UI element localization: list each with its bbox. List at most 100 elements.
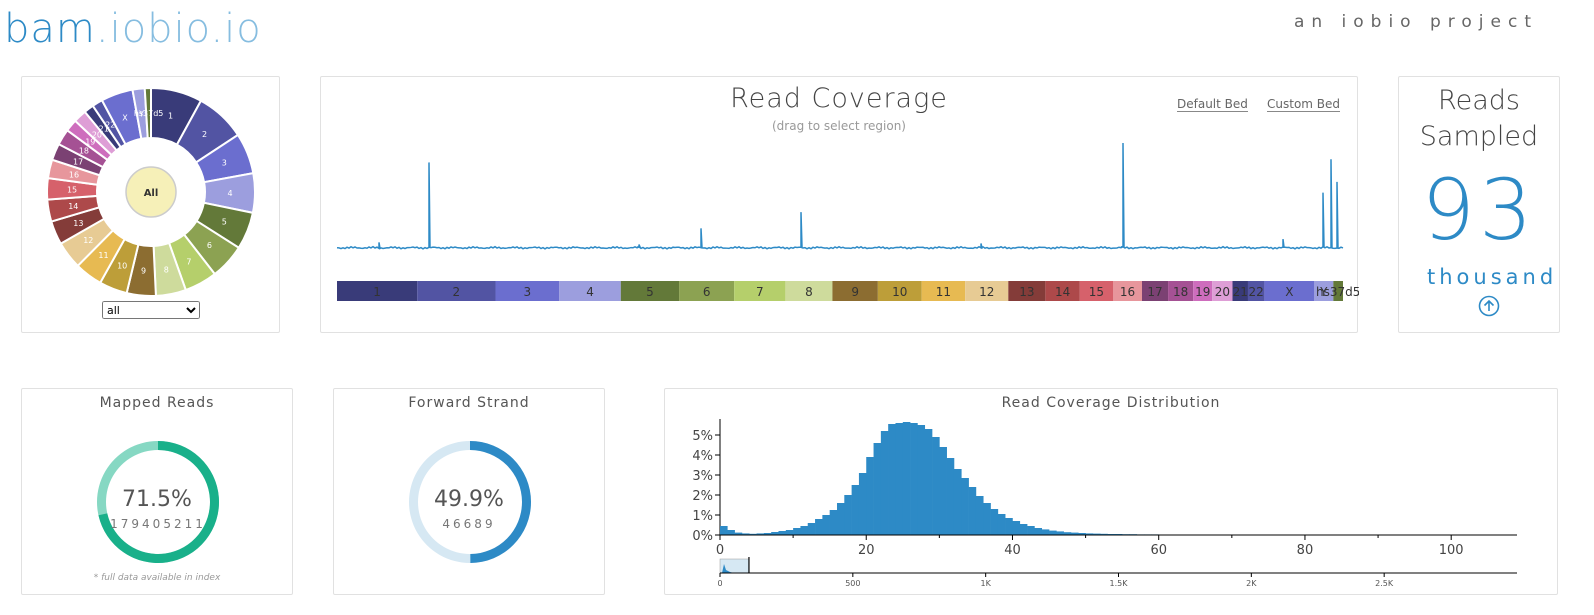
read-coverage-panel: Read Coverage (drag to select region) De… [320, 76, 1359, 333]
histogram-bar [895, 423, 904, 535]
histogram-bar [910, 423, 918, 535]
forward-strand-count: 46689 [442, 517, 496, 531]
histogram-bar [1019, 524, 1028, 535]
chromosome-picker-panel: 1 2 3 4 5 6 7 8 9 10 11 12 13 14 15 16 17 18 19 20 21 22 X Yhs3… [21, 76, 280, 333]
histogram-bar [1012, 521, 1021, 535]
histogram-bar [946, 458, 955, 535]
histogram-bar [983, 503, 991, 535]
reads-sampled-unit: thousand [1427, 265, 1558, 289]
index-note: * full data available in index [93, 573, 221, 583]
brand-logo[interactable]: bam.iobio.io [4, 6, 262, 52]
y-tick-label: 0% [692, 529, 713, 544]
chromosome-bar-label: 14 [1055, 285, 1070, 299]
chromosome-bar-label: 22 [1249, 285, 1264, 299]
histogram-bar [822, 515, 830, 535]
tagline: an iobio project [1293, 12, 1538, 32]
histogram-bar [902, 422, 911, 535]
reads-sampled-title-1: Reads [1438, 85, 1520, 116]
chromosome-bar-label: 7 [756, 285, 764, 299]
mapped-reads-panel: Mapped Reads 71.5% 179405211 * full data… [21, 388, 293, 595]
histogram-bar [793, 528, 801, 535]
histogram-bar [917, 425, 926, 535]
histogram-bar [866, 457, 874, 535]
histogram-bar [815, 519, 823, 535]
chromosome-bar-label: 13 [1019, 285, 1034, 299]
x-tick-label: 100 [1439, 543, 1464, 558]
chromosome-bar-label: 12 [979, 285, 994, 299]
sample-more-icon[interactable] [1477, 294, 1501, 318]
histogram-bar [727, 530, 735, 535]
chromosome-bar-label: 9 [851, 285, 859, 299]
chromosome-bar-label: 17 [1147, 285, 1162, 299]
chromosome-bar-label: 1 [373, 285, 381, 299]
histogram-bar [844, 495, 852, 535]
histogram-bar [939, 447, 947, 535]
y-tick-label: 5% [692, 429, 713, 444]
y-tick-label: 4% [692, 449, 713, 464]
chromosome-bar-label: 6 [703, 285, 711, 299]
coverage-distribution-chart[interactable]: 0% 1% 2% 3% 4% 5% 0 20 40 60 80 100 0 500 1K 1.5K 2K 2.5K [665, 389, 1559, 596]
histogram-bar [1041, 529, 1050, 535]
chromosome-bar-label: 3 [524, 285, 532, 299]
x-tick-label: 40 [1004, 543, 1021, 558]
brand-ext: .iobio.io [95, 6, 262, 52]
y-tick-label: 1% [692, 509, 713, 524]
brush-tick-label: 0 [717, 579, 722, 588]
histogram-bar [888, 424, 896, 535]
chromosome-segment-label: 6 [207, 241, 212, 250]
x-tick-label: 60 [1150, 543, 1167, 558]
coverage-line [336, 142, 1344, 250]
chromosome-segment-label: 3 [222, 159, 227, 168]
brush-tick-label: 2.5K [1375, 579, 1394, 588]
chromosome-bar-label: 2 [453, 285, 461, 299]
histogram-bar [997, 514, 1006, 535]
y-tick-label: 2% [692, 489, 713, 504]
reads-sampled-panel: Reads Sampled 93 thousand [1398, 76, 1560, 333]
chromosome-segment-label: 11 [98, 251, 108, 260]
chromosome-segment-label: 5 [222, 218, 227, 227]
brush-tick-label: 1.5K [1110, 579, 1129, 588]
chromosome-segment-label: 4 [227, 189, 232, 198]
x-tick-label: 0 [716, 543, 724, 558]
brush-tick-label: 1K [980, 579, 991, 588]
forward-strand-percent: 49.9% [434, 487, 504, 512]
histogram-bar [961, 478, 969, 535]
chromosome-bar-label: 19 [1195, 285, 1210, 299]
chromosome-segment-label: 7 [186, 257, 191, 266]
histogram-bar [968, 487, 977, 535]
x-tick-label: 20 [858, 543, 875, 558]
coverage-chart[interactable]: 1 2 3 4 5 6 7 8 9 10 11 12 13 14 15 16 17 18 19 20 21 22 X Yhs3… [321, 77, 1359, 317]
chromosome-segment-label: 13 [73, 219, 83, 228]
chromosome-select[interactable]: all [102, 301, 200, 319]
y-tick-label: 3% [692, 469, 713, 484]
chromosome-bar-label: 15 [1089, 285, 1104, 299]
chromosome-bar-label: hs37d5 [1316, 285, 1359, 299]
brush-tick-label: 500 [845, 579, 860, 588]
chromosome-segment-label: 14 [68, 202, 78, 211]
mapped-reads-percent: 71.5% [122, 487, 192, 512]
chromosome-segment-label: 15 [67, 186, 77, 195]
chromosome-donut[interactable]: 12345678910111213141516171819202122X Yhs3… [22, 77, 281, 297]
histogram-bar [720, 526, 728, 535]
histogram-bar [873, 443, 882, 535]
histogram-bar [1005, 518, 1013, 535]
chromosome-segment-label: 10 [117, 262, 127, 271]
chromosome-bar-label: X [1285, 285, 1293, 299]
chromosome-bar-label: 21 [1233, 285, 1248, 299]
chromosome-segment-label: hs37d5 [134, 109, 164, 118]
coverage-distribution-panel: Read Coverage Distribution 0% 1% 2% 3% 4% 5% 0… [664, 388, 1558, 595]
reads-sampled-title-2: Sampled [1419, 121, 1539, 152]
chromosome-segment-label: 8 [164, 266, 169, 275]
chromosome-segment-label: 1 [168, 111, 173, 120]
chromosome-bar-label: 8 [805, 285, 813, 299]
chromosome-bar-label: 4 [586, 285, 594, 299]
histogram-bar [975, 496, 984, 535]
chromosome-segment-label: 16 [69, 170, 79, 179]
histogram-bar [1034, 528, 1043, 535]
chromosome-bar-label: 18 [1173, 285, 1188, 299]
all-chromosomes-label: All [144, 188, 159, 199]
reads-sampled-value: 93 [1421, 161, 1537, 259]
histogram-bar [851, 485, 860, 535]
chromosome-bar-label: 16 [1120, 285, 1135, 299]
histogram-bar [785, 530, 794, 535]
